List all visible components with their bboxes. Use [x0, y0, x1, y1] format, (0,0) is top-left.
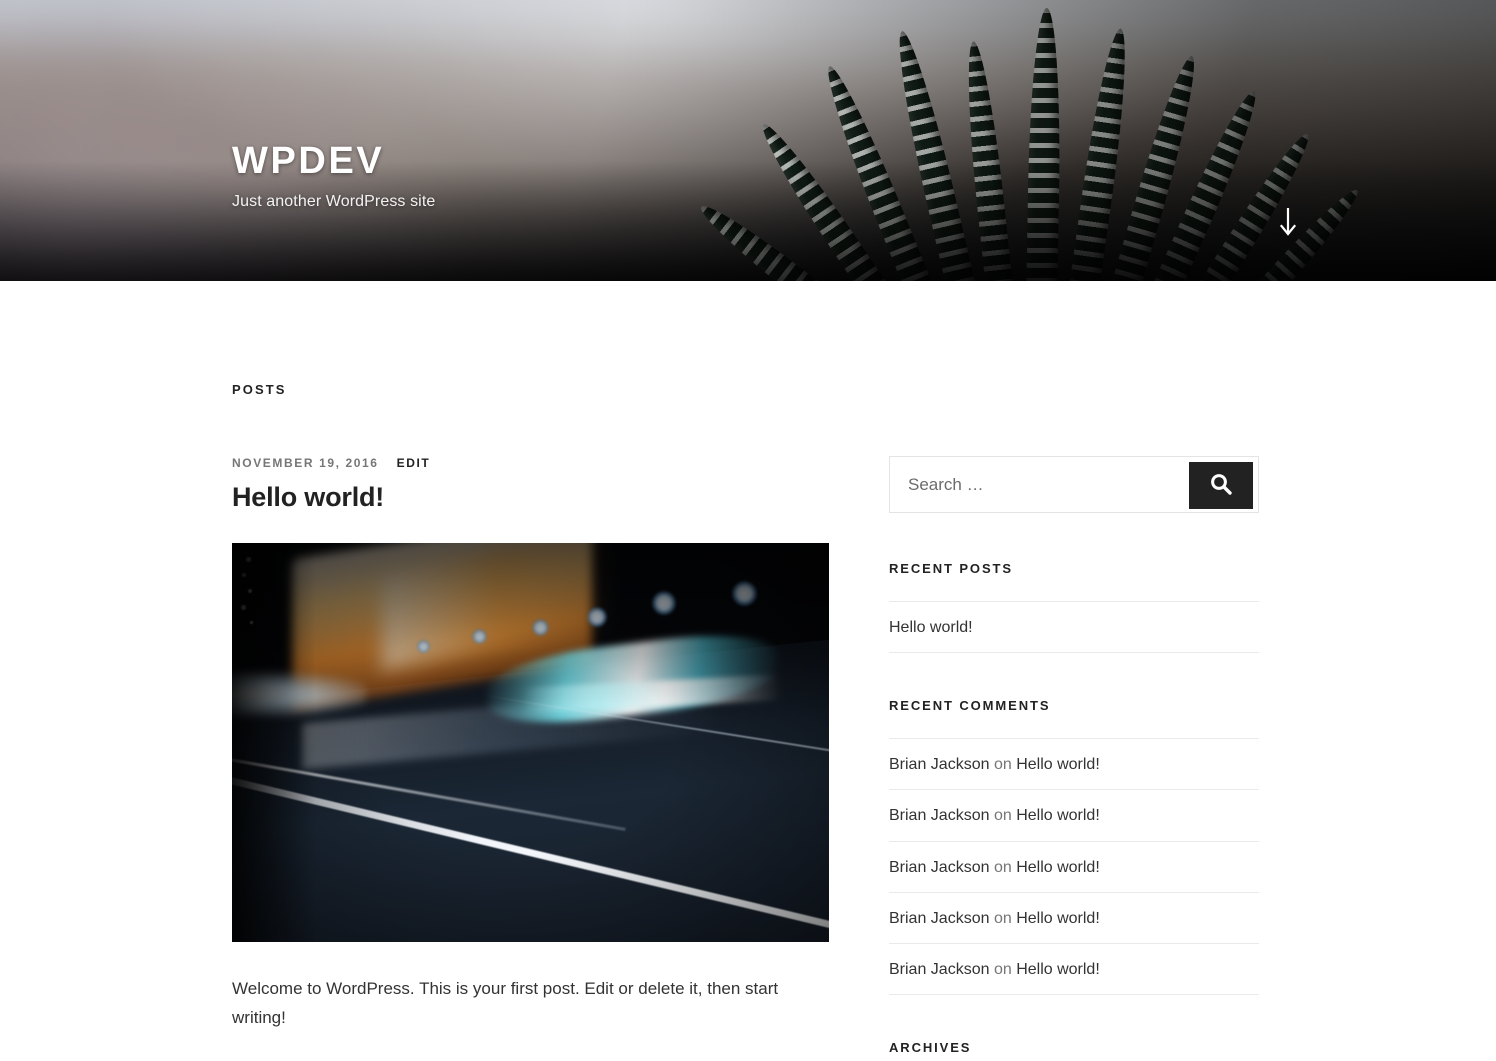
- comment-author-link[interactable]: Brian Jackson: [889, 961, 990, 978]
- post-featured-image[interactable]: [232, 542, 829, 942]
- list-item[interactable]: Brian Jackson on Hello world!: [889, 942, 1259, 996]
- site-tagline: Just another WordPress site: [232, 192, 436, 210]
- search-submit-button[interactable]: [1189, 462, 1253, 509]
- page-root: WPDEV Just another WordPress site Posts …: [0, 0, 1496, 1061]
- post-title[interactable]: Hello world!: [232, 481, 832, 515]
- widget-recent-posts: Recent Posts Hello world!: [889, 561, 1259, 654]
- comment-post-link[interactable]: Hello world!: [1016, 961, 1100, 978]
- widget-title-recent-posts: Recent Posts: [889, 561, 1013, 576]
- recent-post-link[interactable]: Hello world!: [889, 619, 973, 636]
- posts-section-label: Posts: [232, 382, 287, 397]
- widget-archives: Archives: [889, 1040, 1259, 1061]
- widget-title-recent-comments: Recent Comments: [889, 698, 1051, 714]
- list-item[interactable]: Brian Jackson on Hello world!: [889, 789, 1259, 840]
- search-icon: [1208, 471, 1234, 500]
- widget-title-archives: Archives: [889, 1040, 972, 1056]
- list-item[interactable]: Brian Jackson on Hello world!: [889, 738, 1259, 789]
- post-edit-link[interactable]: Edit: [397, 456, 431, 470]
- comment-post-link[interactable]: Hello world!: [1016, 807, 1100, 824]
- post-date: November 19, 2016: [232, 456, 379, 470]
- post-article: November 19, 2016 Edit Hello world!: [232, 456, 832, 1032]
- widget-search: [889, 456, 1259, 513]
- comment-author-link[interactable]: Brian Jackson: [889, 756, 990, 773]
- site-content: Posts November 19, 2016 Edit Hello world…: [0, 281, 1496, 1061]
- search-form: [889, 456, 1259, 513]
- widget-recent-comments: Recent Comments Brian Jackson on Hello w…: [889, 698, 1259, 996]
- site-title[interactable]: WPDEV: [232, 140, 435, 183]
- comment-post-link[interactable]: Hello world!: [1016, 910, 1100, 927]
- primary-content-column: November 19, 2016 Edit Hello world!: [232, 456, 832, 1032]
- comment-post-link[interactable]: Hello world!: [1016, 859, 1100, 876]
- search-input[interactable]: [890, 457, 1194, 512]
- comment-separator: on: [989, 960, 1017, 978]
- sidebar: Recent Posts Hello world! Recent Comment…: [889, 456, 1259, 1061]
- recent-comments-list: Brian Jackson on Hello world! Brian Jack…: [889, 738, 1259, 996]
- list-item[interactable]: Hello world!: [889, 601, 1259, 654]
- comment-separator: on: [989, 909, 1017, 927]
- site-header: WPDEV Just another WordPress site: [0, 0, 1496, 281]
- comment-author-link[interactable]: Brian Jackson: [889, 910, 990, 927]
- list-item[interactable]: Brian Jackson on Hello world!: [889, 840, 1259, 892]
- post-meta: November 19, 2016 Edit: [232, 456, 832, 470]
- arrow-down-icon[interactable]: [1279, 206, 1297, 238]
- comment-separator: on: [989, 756, 1017, 774]
- header-branding: WPDEV Just another WordPress site: [232, 140, 436, 211]
- list-item[interactable]: Brian Jackson on Hello world!: [889, 891, 1259, 943]
- comment-post-link[interactable]: Hello world!: [1016, 756, 1100, 773]
- recent-posts-list: Hello world!: [889, 601, 1259, 654]
- comment-author-link[interactable]: Brian Jackson: [889, 807, 990, 824]
- comment-separator: on: [989, 807, 1017, 825]
- post-body-text: Welcome to WordPress. This is your first…: [232, 978, 779, 1027]
- comment-separator: on: [989, 858, 1017, 876]
- header-bottom-fade: [0, 161, 1496, 281]
- comment-author-link[interactable]: Brian Jackson: [889, 859, 990, 876]
